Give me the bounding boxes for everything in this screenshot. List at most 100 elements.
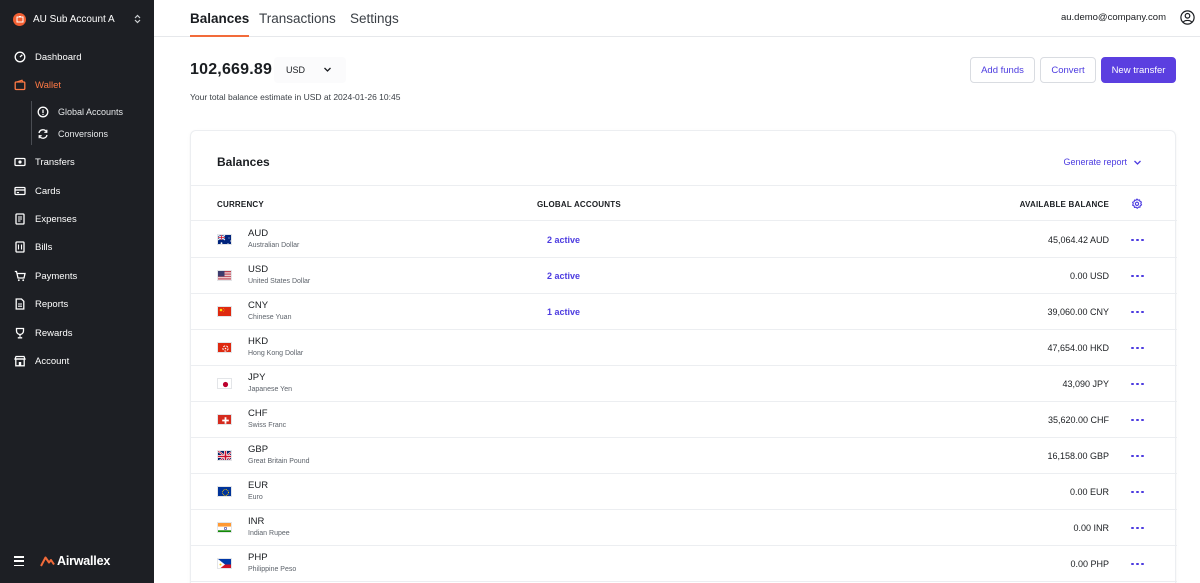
- flag-hk-icon: [217, 342, 232, 353]
- table-row[interactable]: GBP Great Britain Pound 16,158.00 GBP: [191, 438, 1177, 474]
- nav-dashboard-label: Dashboard: [35, 51, 82, 63]
- available-balance: 47,654.00 HKD: [1047, 343, 1109, 353]
- transfers-icon: [14, 156, 26, 168]
- global-accounts-link[interactable]: 2 active: [547, 235, 580, 245]
- table-row[interactable]: JPY Japanese Yen 43,090 JPY: [191, 366, 1177, 402]
- subnav-divider: [31, 101, 32, 145]
- flag-gb-icon: [217, 450, 232, 461]
- payments-icon: [14, 270, 26, 282]
- nav-reports[interactable]: Reports: [14, 296, 68, 312]
- more-options-icon[interactable]: [1131, 307, 1144, 317]
- table-row[interactable]: AUD Australian Dollar 2 active 45,064.42…: [191, 222, 1177, 258]
- available-balance: 0.00 USD: [1069, 271, 1109, 281]
- logo-text: Airwallex: [57, 554, 111, 568]
- more-options-icon[interactable]: [1131, 523, 1144, 533]
- nav-account[interactable]: Account: [14, 353, 69, 369]
- bills-icon: [14, 241, 26, 253]
- more-options-icon[interactable]: [1131, 343, 1144, 353]
- currency-select-value: USD: [286, 65, 306, 75]
- currency-code: PHP: [248, 552, 268, 563]
- flag-eu-icon: [217, 486, 232, 497]
- more-options-icon[interactable]: [1131, 559, 1144, 569]
- nav-conversions-label: Conversions: [58, 129, 109, 139]
- available-balance: 0.00 PHP: [1070, 559, 1109, 569]
- table-row[interactable]: USD United States Dollar 2 active 0.00 U…: [191, 258, 1177, 294]
- currency-code: GBP: [248, 444, 269, 455]
- nav-expenses[interactable]: Expenses: [14, 211, 77, 227]
- chevron-down-icon: [1134, 160, 1141, 165]
- nav-cards-label: Cards: [35, 185, 61, 197]
- gear-icon[interactable]: [1131, 198, 1143, 210]
- nav-dashboard[interactable]: Dashboard: [14, 49, 81, 65]
- nav-rewards[interactable]: Rewards: [14, 325, 73, 341]
- more-options-icon[interactable]: [1131, 487, 1144, 497]
- expenses-icon: [14, 213, 26, 225]
- generate-report-button[interactable]: Generate report: [1063, 157, 1142, 167]
- table-row[interactable]: CNY Chinese Yuan 1 active 39,060.00 CNY: [191, 294, 1177, 330]
- tab-transactions[interactable]: Transactions: [259, 11, 336, 37]
- convert-button[interactable]: Convert: [1040, 57, 1096, 83]
- currency-name: Indian Rupee: [248, 530, 290, 537]
- more-options-icon[interactable]: [1131, 379, 1144, 389]
- chevron-updown-icon: [134, 14, 141, 24]
- tab-settings[interactable]: Settings: [350, 11, 399, 37]
- total-balance: 102,669.89: [190, 61, 273, 78]
- currency-code: USD: [248, 264, 269, 275]
- nav-global-accounts[interactable]: Global Accounts: [37, 105, 123, 119]
- nav-global-accounts-label: Global Accounts: [58, 107, 124, 117]
- account-avatar-icon: [13, 12, 26, 26]
- nav-conversions[interactable]: Conversions: [37, 127, 108, 141]
- airwallex-logo: Airwallex: [40, 554, 110, 568]
- more-options-icon[interactable]: [1131, 271, 1144, 281]
- currency-name: Chinese Yuan: [248, 314, 292, 321]
- nav-expenses-label: Expenses: [35, 213, 77, 225]
- top-bar: Balances Transactions Settings au.demo@c…: [154, 0, 1200, 37]
- flag-cn-icon: [217, 306, 232, 317]
- column-available-balance: AVAILABLE BALANCE: [1019, 200, 1109, 209]
- more-options-icon[interactable]: [1131, 235, 1144, 245]
- currency-name: Philippine Peso: [248, 566, 297, 573]
- wallet-icon: [14, 79, 26, 91]
- currency-code: CNY: [248, 300, 269, 311]
- account-icon: [14, 355, 26, 367]
- currency-code: HKD: [248, 336, 269, 347]
- add-funds-button[interactable]: Add funds: [970, 57, 1035, 83]
- nav-transfers[interactable]: Transfers: [14, 154, 75, 170]
- nav-wallet-label: Wallet: [35, 79, 62, 91]
- currency-code: CHF: [248, 408, 268, 419]
- balances-title: Balances: [217, 155, 270, 169]
- table-row[interactable]: EUR Euro 0.00 EUR: [191, 474, 1177, 510]
- global-accounts-link[interactable]: 1 active: [547, 307, 580, 317]
- table-row[interactable]: HKD Hong Kong Dollar 47,654.00 HKD: [191, 330, 1177, 366]
- nav-bills[interactable]: Bills: [14, 239, 52, 255]
- currency-select[interactable]: USD: [274, 57, 346, 83]
- available-balance: 0.00 EUR: [1069, 487, 1109, 497]
- more-options-icon[interactable]: [1131, 451, 1144, 461]
- nav-wallet[interactable]: Wallet: [14, 77, 61, 93]
- nav-payments[interactable]: Payments: [14, 268, 77, 284]
- available-balance: 45,064.42 AUD: [1047, 235, 1109, 245]
- user-profile-icon[interactable]: [1180, 10, 1195, 25]
- menu-icon[interactable]: [14, 556, 24, 566]
- tab-balances[interactable]: Balances: [190, 11, 250, 37]
- nav-payments-label: Payments: [35, 270, 78, 282]
- reports-icon: [14, 298, 26, 310]
- user-email[interactable]: au.demo@company.com: [1061, 12, 1166, 23]
- table-row[interactable]: CHF Swiss Franc 35,620.00 CHF: [191, 402, 1177, 438]
- nav-reports-label: Reports: [35, 298, 69, 310]
- nav-cards[interactable]: Cards: [14, 183, 60, 199]
- account-switcher[interactable]: AU Sub Account A: [13, 11, 141, 27]
- table-row[interactable]: INR Indian Rupee 0.00 INR: [191, 510, 1177, 546]
- more-options-icon[interactable]: [1131, 415, 1144, 425]
- flag-au-icon: [217, 234, 232, 245]
- currency-name: United States Dollar: [248, 278, 311, 285]
- table-row[interactable]: PHP Philippine Peso 0.00 PHP: [191, 546, 1177, 582]
- new-transfer-button[interactable]: New transfer: [1101, 57, 1176, 83]
- global-accounts-link[interactable]: 2 active: [547, 271, 580, 281]
- available-balance: 43,090 JPY: [1062, 379, 1109, 389]
- nav-rewards-label: Rewards: [35, 327, 73, 339]
- available-balance: 16,158.00 GBP: [1047, 451, 1109, 461]
- rewards-icon: [14, 327, 26, 339]
- column-currency: CURRENCY: [217, 200, 264, 209]
- sidebar-footer: Airwallex: [14, 554, 110, 568]
